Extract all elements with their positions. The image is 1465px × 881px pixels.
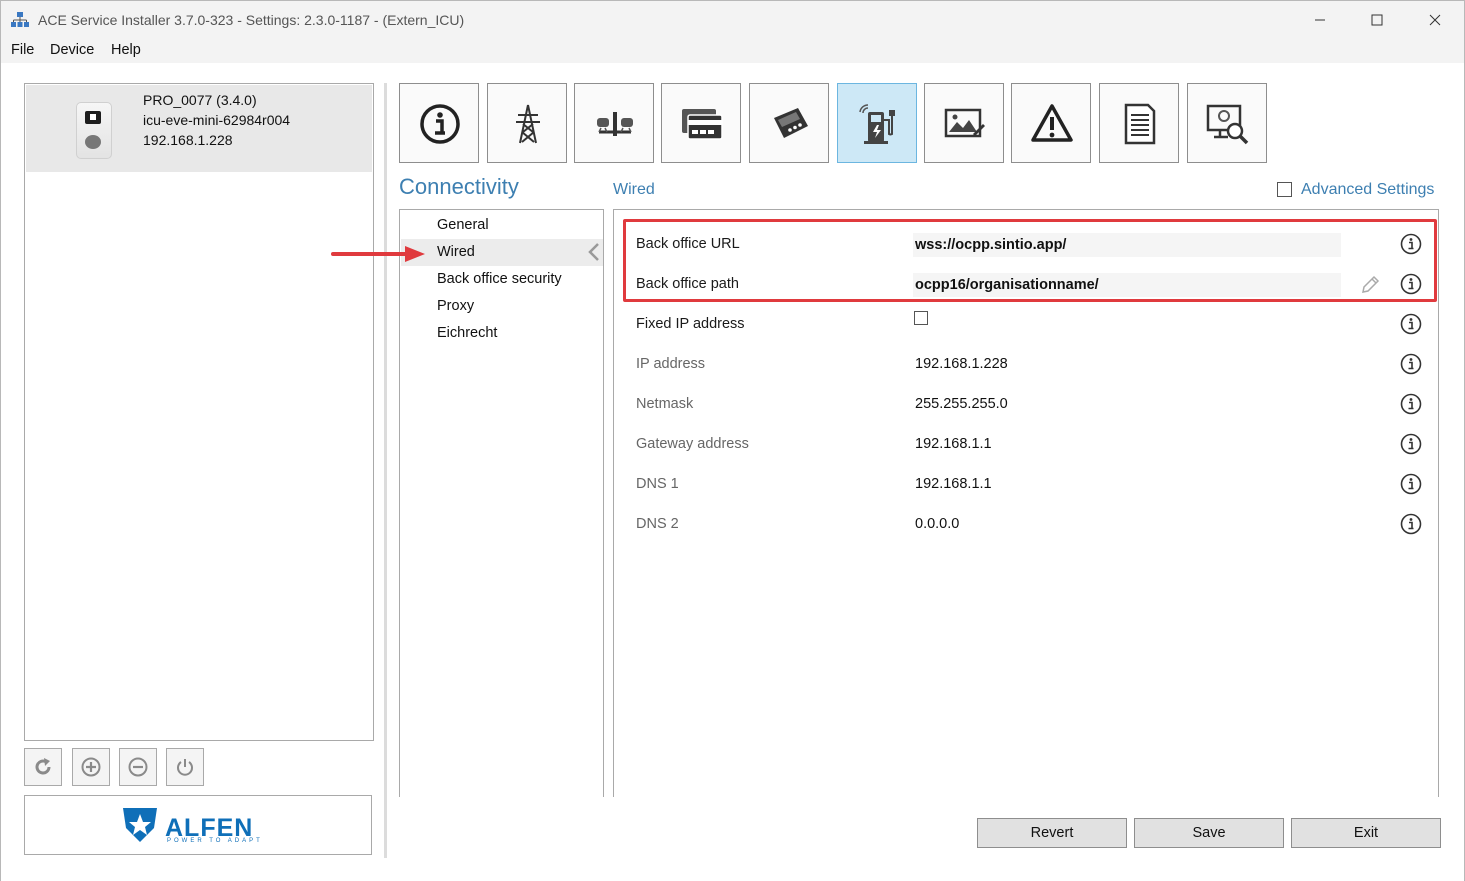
- dns1-label: DNS 1: [636, 476, 679, 492]
- logo-tagline: POWER TO ADAPT: [167, 838, 263, 844]
- info-icon[interactable]: [1400, 313, 1422, 335]
- dns1-value: 192.168.1.1: [915, 476, 992, 492]
- nav-item-label: Wired: [437, 244, 475, 260]
- window-title: ACE Service Installer 3.7.0-323 - Settin…: [38, 12, 465, 28]
- title-bar: ACE Service Installer 3.7.0-323 - Settin…: [1, 1, 1464, 39]
- charger-device-icon: [76, 102, 112, 159]
- app-window: ACE Service Installer 3.7.0-323 - Settin…: [0, 0, 1465, 881]
- settings-nav: General Wired Back office security Proxy…: [399, 209, 604, 797]
- card-terminal-icon: [774, 108, 808, 138]
- save-button[interactable]: Save: [1134, 818, 1284, 848]
- refresh-icon: [35, 758, 51, 775]
- close-icon: [1429, 14, 1441, 26]
- subsection-title: Wired: [613, 181, 655, 198]
- chevron-left-icon: [588, 243, 599, 261]
- section-title: Connectivity: [399, 174, 519, 199]
- advanced-settings-checkbox[interactable]: [1277, 182, 1292, 197]
- document-icon: [1124, 103, 1156, 145]
- netmask-value: 255.255.255.0: [915, 396, 1008, 412]
- network-app-icon: [11, 12, 29, 27]
- advanced-settings-label[interactable]: Advanced Settings: [1301, 181, 1434, 199]
- charger-connectivity-icon: [859, 104, 895, 144]
- info-icon[interactable]: [1400, 353, 1422, 375]
- device-list: PRO_0077 (3.4.0) icu-eve-mini-62984r004 …: [24, 83, 374, 741]
- add-icon: [81, 757, 101, 777]
- alfen-logo-icon: [123, 808, 157, 842]
- close-button[interactable]: [1406, 1, 1464, 39]
- fixed-ip-label: Fixed IP address: [636, 316, 745, 332]
- fixed-ip-checkbox[interactable]: [914, 311, 928, 325]
- power-icon: [177, 759, 193, 776]
- tab-logs[interactable]: [1099, 83, 1179, 163]
- tab-connectivity[interactable]: [837, 83, 917, 163]
- device-list-item[interactable]: PRO_0077 (3.4.0) icu-eve-mini-62984r004 …: [26, 85, 372, 172]
- device-ip: 192.168.1.228: [143, 132, 233, 148]
- tab-diagnostics[interactable]: [1187, 83, 1267, 163]
- dns2-value: 0.0.0.0: [915, 516, 960, 532]
- nav-item-eichrecht[interactable]: Eichrecht: [401, 320, 603, 347]
- warning-icon: [1031, 104, 1073, 142]
- minimize-icon: [1315, 19, 1325, 21]
- info-icon[interactable]: [1400, 433, 1422, 455]
- power-pylon-icon: [516, 104, 540, 144]
- nav-item-back-office-security[interactable]: Back office security: [401, 266, 603, 293]
- payment-card-icon: [682, 109, 723, 140]
- info-icon[interactable]: [1400, 513, 1422, 535]
- revert-button[interactable]: Revert: [977, 818, 1127, 848]
- tab-warnings[interactable]: [1011, 83, 1091, 163]
- maximize-icon: [1371, 14, 1383, 26]
- tab-card-terminal[interactable]: [749, 83, 829, 163]
- pane-splitter[interactable]: [384, 83, 387, 858]
- device-id: icu-eve-mini-62984r004: [143, 112, 291, 128]
- remove-icon: [128, 757, 148, 777]
- gateway-address-value: 192.168.1.1: [915, 436, 992, 452]
- menu-file[interactable]: File: [11, 42, 34, 58]
- gateway-address-label: Gateway address: [636, 436, 749, 452]
- minimize-button[interactable]: [1291, 1, 1349, 39]
- nav-item-proxy[interactable]: Proxy: [401, 293, 603, 320]
- info-icon: [420, 104, 460, 144]
- exit-button[interactable]: Exit: [1291, 818, 1441, 848]
- tab-display[interactable]: [924, 83, 1004, 163]
- monitor-search-icon: [1206, 104, 1249, 145]
- highlight-box: [623, 219, 1437, 302]
- menu-device[interactable]: Device: [50, 42, 94, 58]
- red-arrow-icon: [331, 246, 425, 262]
- nav-item-label: Back office security: [437, 271, 562, 287]
- nav-item-label: Eichrecht: [437, 325, 498, 341]
- nav-item-general[interactable]: General: [401, 212, 603, 239]
- remove-device-button[interactable]: [119, 748, 157, 786]
- device-name: PRO_0077 (3.4.0): [143, 92, 257, 108]
- tab-payment[interactable]: [661, 83, 741, 163]
- add-device-button[interactable]: [72, 748, 110, 786]
- balance-scale-icon: [597, 112, 633, 136]
- tab-info[interactable]: [399, 83, 479, 163]
- ip-address-value: 192.168.1.228: [915, 356, 1008, 372]
- maximize-button[interactable]: [1348, 1, 1406, 39]
- nav-item-wired[interactable]: Wired: [401, 239, 603, 266]
- power-button[interactable]: [166, 748, 204, 786]
- nav-item-label: General: [437, 217, 489, 233]
- tab-load-balancing[interactable]: [574, 83, 654, 163]
- menu-help[interactable]: Help: [111, 42, 141, 58]
- info-icon[interactable]: [1400, 393, 1422, 415]
- menu-bar: File Device Help: [1, 39, 1464, 63]
- display-image-icon: [944, 108, 985, 138]
- nav-item-label: Proxy: [437, 298, 475, 314]
- info-icon[interactable]: [1400, 473, 1422, 495]
- ip-address-label: IP address: [636, 356, 706, 372]
- netmask-label: Netmask: [636, 396, 694, 412]
- dns2-label: DNS 2: [636, 516, 679, 532]
- tab-power-grid[interactable]: [487, 83, 567, 163]
- refresh-button[interactable]: [24, 748, 62, 786]
